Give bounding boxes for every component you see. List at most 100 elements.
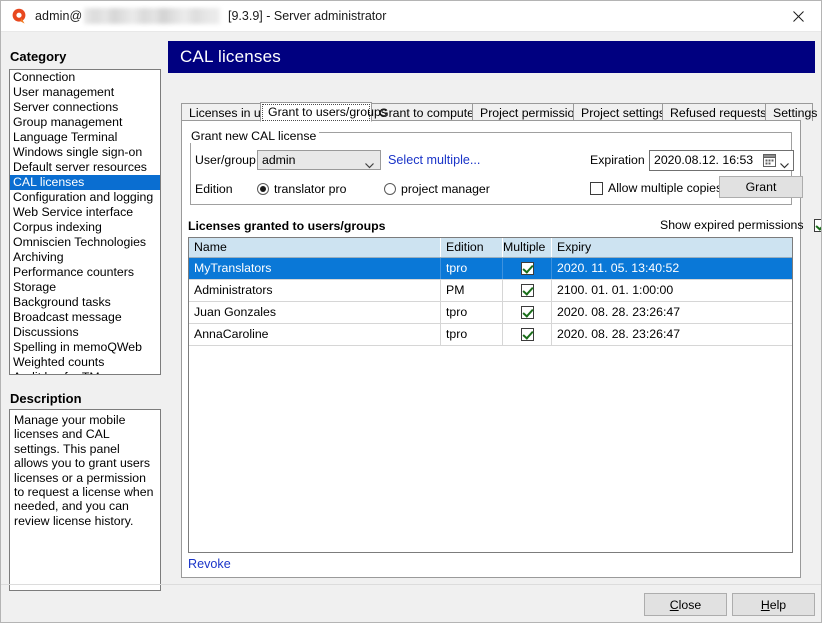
grant-button[interactable]: Grant	[719, 176, 803, 198]
cell-name: Administrators	[189, 280, 441, 301]
cell-edition: tpro	[441, 258, 503, 279]
sidebar-item-language-terminal[interactable]: Language Terminal	[10, 130, 160, 145]
edition-radio-project-manager-label: project manager	[401, 182, 490, 196]
edition-label: Edition	[195, 182, 233, 196]
window-title-redacted-domain	[84, 8, 220, 24]
sidebar-item-broadcast-message[interactable]: Broadcast message	[10, 310, 160, 325]
grid-column-header-name[interactable]: Name	[189, 238, 441, 257]
table-row[interactable]: AdministratorsPM 2100. 01. 01. 1:00:00	[189, 280, 792, 302]
table-row[interactable]: MyTranslatorstpro 2020. 11. 05. 13:40:52	[189, 258, 792, 280]
licenses-grid[interactable]: NameEditionMultipleExpiryMyTranslatorstp…	[188, 237, 793, 553]
chevron-down-icon[interactable]	[780, 158, 789, 172]
sidebar-item-web-service-interface[interactable]: Web Service interface	[10, 205, 160, 220]
sidebar-item-background-tasks[interactable]: Background tasks	[10, 295, 160, 310]
category-label: Category	[10, 49, 66, 64]
edition-radio-project-manager[interactable]: project manager	[384, 182, 490, 196]
close-button[interactable]: Close	[644, 593, 727, 616]
cell-expiry: 2100. 01. 01. 1:00:00	[552, 280, 792, 301]
cell-multiple	[503, 324, 552, 345]
user-group-value: admin	[262, 153, 296, 167]
sidebar-item-performance-counters[interactable]: Performance counters	[10, 265, 160, 280]
sidebar-item-storage[interactable]: Storage	[10, 280, 160, 295]
radio-icon	[384, 183, 396, 195]
expiration-label: Expiration	[590, 153, 645, 167]
tab-label: Settings	[773, 106, 817, 120]
show-expired-permissions-checkbox[interactable]: Show expired permissions	[660, 218, 822, 232]
select-multiple-link[interactable]: Select multiple...	[388, 153, 480, 167]
table-row[interactable]: AnnaCarolinetpro 2020. 08. 28. 23:26:47	[189, 324, 792, 346]
window-titlebar: admin@ [9.3.9] - Server administrator	[1, 1, 821, 32]
cell-expiry: 2020. 08. 28. 23:26:47	[552, 302, 792, 323]
expiration-datetime-picker[interactable]: 2020.08.12. 16:53	[649, 150, 794, 171]
tab-project-permissions[interactable]: Project permissions	[472, 103, 574, 121]
cell-multiple	[503, 258, 552, 279]
cell-name: AnnaCaroline	[189, 324, 441, 345]
memoq-logo-icon	[11, 8, 28, 25]
checkbox-icon[interactable]	[521, 306, 534, 319]
tab-project-settings[interactable]: Project settings	[573, 103, 663, 121]
close-button-label: lose	[679, 598, 702, 612]
window-close-button[interactable]	[775, 1, 821, 31]
user-group-label: User/group	[195, 153, 256, 167]
checkbox-icon[interactable]	[521, 284, 534, 297]
description-label: Description	[10, 391, 82, 406]
sidebar-item-group-management[interactable]: Group management	[10, 115, 160, 130]
tab-grant-to-users-groups[interactable]: Grant to users/groups	[260, 102, 372, 122]
sidebar-item-spelling-in-memoqweb[interactable]: Spelling in memoQWeb	[10, 340, 160, 355]
sidebar-item-archiving[interactable]: Archiving	[10, 250, 160, 265]
grid-column-header-expiry[interactable]: Expiry	[552, 238, 792, 257]
sidebar-item-discussions[interactable]: Discussions	[10, 325, 160, 340]
chevron-down-icon	[365, 158, 374, 172]
sidebar-item-weighted-counts[interactable]: Weighted counts	[10, 355, 160, 370]
sidebar-item-windows-single-sign-on[interactable]: Windows single sign-on	[10, 145, 160, 160]
tab-label: Refused requests	[670, 106, 766, 120]
close-button-accel: C	[670, 598, 679, 612]
cell-edition: tpro	[441, 302, 503, 323]
sidebar-item-connection[interactable]: Connection	[10, 70, 160, 85]
licenses-granted-title: Licenses granted to users/groups	[188, 219, 385, 233]
cell-multiple	[503, 280, 552, 301]
tab-strip: Licenses in useGrant to users/groupsGran…	[181, 102, 801, 121]
allow-multiple-copies-checkbox[interactable]: Allow multiple copies	[590, 181, 722, 195]
window-title-prefix: admin@	[35, 9, 82, 23]
cell-expiry: 2020. 08. 28. 23:26:47	[552, 324, 792, 345]
sidebar-item-default-server-resources[interactable]: Default server resources	[10, 160, 160, 175]
edition-radio-translator-pro[interactable]: translator pro	[257, 182, 346, 196]
help-button[interactable]: Help	[732, 593, 815, 616]
sidebar-item-cal-licenses[interactable]: CAL licenses	[10, 175, 160, 190]
allow-multiple-copies-label: Allow multiple copies	[608, 181, 722, 195]
show-expired-permissions-label: Show expired permissions	[660, 218, 804, 232]
server-administrator-window: admin@ [9.3.9] - Server administrator Ca…	[0, 0, 822, 623]
tab-refused-requests[interactable]: Refused requests	[662, 103, 766, 121]
sidebar-item-server-connections[interactable]: Server connections	[10, 100, 160, 115]
checkbox-icon[interactable]	[521, 328, 534, 341]
grid-header-row: NameEditionMultipleExpiry	[189, 238, 792, 258]
calendar-icon	[763, 154, 776, 170]
user-group-combobox[interactable]: admin	[257, 150, 381, 170]
tab-settings[interactable]: Settings	[765, 103, 813, 121]
sidebar-item-audit-log-for-tms[interactable]: Audit log for TMs	[10, 370, 160, 375]
grant-new-license-title: Grant new CAL license	[188, 129, 319, 143]
footer-separator	[1, 584, 821, 585]
cell-name: MyTranslators	[189, 258, 441, 279]
page-header-bar: CAL licenses	[168, 41, 815, 73]
cell-name: Juan Gonzales	[189, 302, 441, 323]
category-listbox[interactable]: ConnectionUser managementServer connecti…	[9, 69, 161, 375]
cell-expiry: 2020. 11. 05. 13:40:52	[552, 258, 792, 279]
sidebar-item-configuration-and-logging[interactable]: Configuration and logging	[10, 190, 160, 205]
cell-edition: PM	[441, 280, 503, 301]
checkbox-icon[interactable]	[521, 262, 534, 275]
table-row[interactable]: Juan Gonzalestpro 2020. 08. 28. 23:26:47	[189, 302, 792, 324]
cell-edition: tpro	[441, 324, 503, 345]
grid-column-header-multiple[interactable]: Multiple	[503, 238, 552, 257]
sidebar-item-corpus-indexing[interactable]: Corpus indexing	[10, 220, 160, 235]
revoke-link[interactable]: Revoke	[188, 557, 231, 571]
sidebar-item-user-management[interactable]: User management	[10, 85, 160, 100]
expiration-value: 2020.08.12. 16:53	[654, 153, 753, 167]
page-title: CAL licenses	[180, 47, 281, 67]
sidebar-item-omniscien-technologies[interactable]: Omniscien Technologies	[10, 235, 160, 250]
grid-column-header-edition[interactable]: Edition	[441, 238, 503, 257]
edition-radio-translator-pro-label: translator pro	[274, 182, 346, 196]
tab-licenses-in-use[interactable]: Licenses in use	[181, 103, 261, 121]
help-button-label: elp	[770, 598, 786, 612]
